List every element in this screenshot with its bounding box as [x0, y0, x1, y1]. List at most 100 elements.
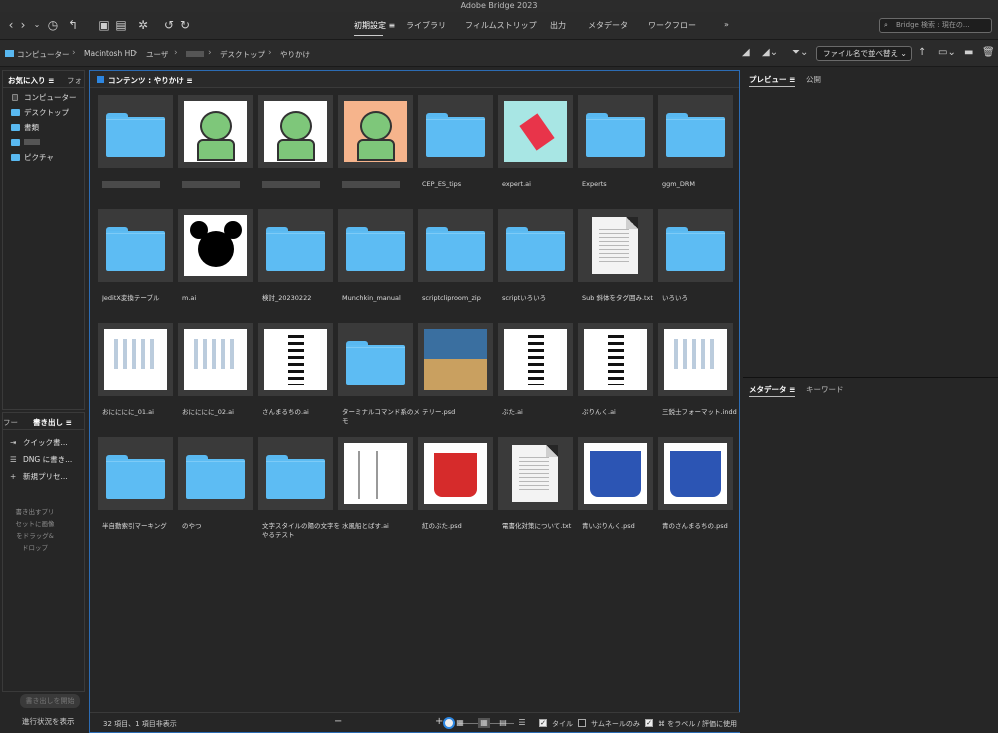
content-item[interactable]: expert.ai [498, 95, 573, 207]
content-item[interactable]: 文字スタイルの陽の文字をやるテスト [258, 437, 340, 549]
tab-workspace-default[interactable]: 初期設定 ≡ [354, 20, 395, 36]
thumbnail[interactable] [498, 209, 573, 282]
thumbnail[interactable] [258, 323, 333, 396]
tab-metadata[interactable]: メタデータ [588, 20, 628, 31]
content-item[interactable]: scriptいろいろ [498, 209, 573, 321]
content-item[interactable]: のやつ [178, 437, 253, 549]
content-item[interactable]: 三鋭士フォーマット.indd [658, 323, 737, 435]
thumbnail[interactable] [658, 95, 733, 168]
thumbnail[interactable] [338, 95, 413, 168]
boomerang-icon[interactable]: ↰ [64, 17, 82, 33]
content-item[interactable]: さんまるちの.ai [258, 323, 333, 435]
refine-icon[interactable]: ✲ [134, 17, 152, 33]
breadcrumb-hd[interactable]: Macintosh HD [84, 49, 136, 58]
tab-keywords[interactable]: キーワード [806, 384, 844, 395]
thumbnail[interactable] [578, 209, 653, 282]
tab-folders[interactable]: フォ [67, 75, 82, 86]
content-item[interactable]: 検討_20230222 [258, 209, 333, 321]
thumbnail[interactable] [258, 209, 333, 282]
thumbnail[interactable] [418, 209, 493, 282]
content-item[interactable] [98, 95, 173, 207]
content-item[interactable]: 紅のぶた.psd [418, 437, 493, 549]
thumbnail[interactable] [498, 95, 573, 168]
trash-icon[interactable]: 🗑 [982, 47, 995, 58]
favorite-computer[interactable]: コンピューター [3, 90, 84, 105]
open-recent-icon[interactable]: ▭⌄ [938, 47, 956, 58]
sort-select[interactable]: ファイル名で並べ替え ⌄ [816, 46, 912, 61]
thumbnail[interactable] [178, 437, 253, 510]
content-item[interactable] [258, 95, 333, 207]
thumbnail[interactable] [418, 437, 493, 510]
thumbnail[interactable] [658, 323, 733, 396]
thumbnail[interactable] [338, 437, 413, 510]
thumbnail[interactable] [178, 209, 253, 282]
tab-content[interactable]: コンテンツ : やりかけ ≡ [108, 75, 193, 86]
tab-publish[interactable]: 公開 [806, 74, 821, 85]
content-item[interactable]: m.ai [178, 209, 253, 321]
grid-lock-icon[interactable]: ▦ [454, 718, 466, 728]
content-item[interactable] [178, 95, 253, 207]
thumbnail[interactable] [338, 323, 413, 396]
thumbnail[interactable] [98, 437, 173, 510]
sort-ascending-icon[interactable]: ↑ [918, 47, 926, 58]
content-item[interactable]: 水風船とばす.ai [338, 437, 413, 549]
show-progress-link[interactable]: 進行状況を表示 [22, 716, 75, 727]
export-quick[interactable]: ⇥ クイック書... [3, 434, 84, 451]
new-folder-icon[interactable]: ▬ [964, 47, 973, 58]
tab-libraries[interactable]: ライブラリ [406, 20, 446, 31]
tab-metadata-panel[interactable]: メタデータ ≡ [749, 384, 796, 397]
tab-favorites[interactable]: お気に入り ≡ [8, 75, 54, 86]
thumbnail[interactable] [258, 437, 333, 510]
breadcrumb-computer[interactable]: コンピューター [5, 49, 70, 60]
content-item[interactable]: JeditX変換テーブル [98, 209, 173, 321]
breadcrumb-current[interactable]: やりかけ [280, 49, 310, 60]
tab-preview[interactable]: プレビュー ≡ [749, 74, 796, 87]
favorite-documents[interactable]: 書類 [3, 120, 84, 135]
camera-icon[interactable]: ▣ [95, 17, 113, 33]
start-export-button[interactable]: 書き出しを開始 [20, 694, 80, 708]
tile-checkbox[interactable]: ✓ [539, 719, 547, 727]
view-list-icon[interactable]: ☰ [516, 718, 528, 728]
content-item[interactable]: ターミナルコマンド系のメモ [338, 323, 420, 435]
thumbnail[interactable] [498, 437, 573, 510]
tab-export[interactable]: 書き出し ≡ [33, 417, 72, 428]
content-item[interactable]: 電書化対策について.txt [498, 437, 573, 549]
label-rating-checkbox[interactable]: ✓ [645, 719, 653, 727]
content-item[interactable]: いろいろ [658, 209, 733, 321]
thumbnail[interactable] [258, 95, 333, 168]
quality-icon[interactable]: ◢ [742, 47, 750, 58]
content-item[interactable]: CEP_ES_tips [418, 95, 493, 207]
zoom-out-icon[interactable]: − [334, 716, 342, 727]
view-details-icon[interactable]: ▤ [497, 718, 509, 728]
thumbnail[interactable] [418, 95, 493, 168]
thumbnail[interactable] [498, 323, 573, 396]
thumbnail[interactable] [98, 209, 173, 282]
thumbnail-only-checkbox[interactable] [578, 719, 586, 727]
copy-icon[interactable]: ▤ [112, 17, 130, 33]
thumbnail[interactable] [658, 209, 733, 282]
export-dng[interactable]: ☰ DNG に書き... [3, 451, 84, 468]
thumbnail[interactable] [658, 437, 733, 510]
thumbnail[interactable] [98, 323, 173, 396]
content-item[interactable]: scriptcliproom_zip [418, 209, 493, 321]
thumbnail[interactable] [418, 323, 493, 396]
content-item[interactable]: おにににに_02.ai [178, 323, 253, 435]
content-item[interactable]: 半自動索引マーキング [98, 437, 173, 549]
content-item[interactable] [338, 95, 413, 207]
history-icon[interactable]: ◷ [44, 17, 62, 33]
thumbnail[interactable] [178, 95, 253, 168]
thumbnail[interactable] [338, 209, 413, 282]
thumbnail[interactable] [578, 95, 653, 168]
thumbnail[interactable] [578, 437, 653, 510]
tab-filter[interactable]: フー [3, 417, 18, 428]
favorite-redacted[interactable] [3, 135, 84, 150]
rating-filter-icon[interactable]: ◢⌄ [762, 47, 778, 58]
breadcrumb-users[interactable]: ユーザ [146, 49, 168, 60]
favorite-pictures[interactable]: ピクチャ [3, 150, 84, 165]
content-item[interactable]: Munchkin_manual [338, 209, 413, 321]
view-thumbnails-icon[interactable]: ▦ [478, 718, 490, 728]
content-item[interactable]: 青いぷりんく.psd [578, 437, 653, 549]
content-item[interactable]: テリー.psd [418, 323, 493, 435]
thumbnail[interactable] [98, 95, 173, 168]
tab-filmstrip[interactable]: フィルムストリップ [465, 20, 537, 31]
